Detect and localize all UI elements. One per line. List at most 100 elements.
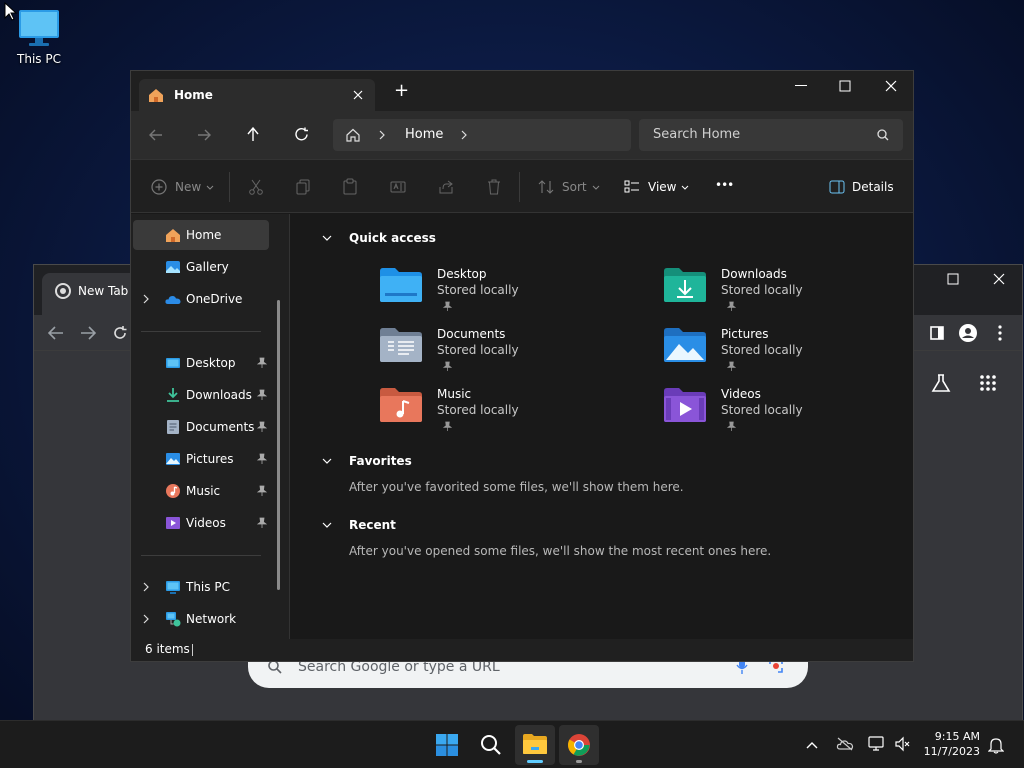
search-icon[interactable]: [877, 129, 889, 141]
back-arrow-icon[interactable]: [149, 128, 163, 142]
downloads-folder-icon: [664, 268, 706, 302]
more-options-button[interactable]: •••: [715, 178, 734, 192]
pin-icon[interactable]: [257, 421, 267, 433]
sidebar-item-label: Downloads: [186, 388, 252, 402]
desktop-icon-this-pc[interactable]: This PC: [10, 8, 68, 78]
sidebar-item-pictures[interactable]: Pictures: [133, 444, 269, 474]
collapse-chevron-icon[interactable]: [322, 522, 332, 528]
recent-header[interactable]: Recent: [349, 518, 396, 532]
file-explorer-window[interactable]: Home + Home Search Home New Sort View ••…: [130, 70, 914, 662]
favorites-header[interactable]: Favorites: [349, 454, 412, 468]
chrome-back-icon[interactable]: [48, 326, 64, 340]
taskbar-chrome[interactable]: [559, 725, 599, 765]
sidebar-item-documents[interactable]: Documents: [133, 412, 269, 442]
copy-icon[interactable]: [296, 179, 310, 195]
up-arrow-icon[interactable]: [246, 127, 260, 142]
maximize-icon[interactable]: [839, 80, 851, 92]
sidebar-item-desktop[interactable]: Desktop: [133, 348, 269, 378]
desktop-folder-icon: [380, 268, 422, 302]
quick-access-name: Videos: [721, 387, 761, 401]
quick-access-item-desktop[interactable]: Desktop Stored locally: [379, 267, 619, 323]
pin-icon[interactable]: [257, 389, 267, 401]
delete-icon[interactable]: [487, 179, 501, 195]
forward-arrow-icon[interactable]: [197, 128, 211, 142]
chrome-favicon-icon: [55, 283, 71, 299]
quick-access-name: Downloads: [721, 267, 787, 281]
new-button[interactable]: New: [151, 160, 214, 214]
sidebar-item-label: OneDrive: [186, 292, 243, 306]
expand-chevron-icon[interactable]: [143, 582, 149, 592]
collapse-chevron-icon[interactable]: [322, 458, 332, 464]
refresh-icon[interactable]: [294, 127, 309, 142]
breadcrumb-current[interactable]: Home: [405, 127, 443, 142]
explorer-tab-home[interactable]: Home: [139, 79, 375, 111]
minimize-icon[interactable]: [795, 85, 807, 87]
chrome-reload-icon[interactable]: [112, 325, 128, 341]
cut-icon[interactable]: [249, 179, 263, 195]
onedrive-icon: [165, 296, 181, 304]
onedrive-status-icon[interactable]: [836, 737, 854, 751]
sidebar-item-downloads[interactable]: Downloads: [133, 380, 269, 410]
close-tab-icon[interactable]: [353, 90, 363, 100]
close-window-icon[interactable]: [885, 80, 897, 92]
chrome-apps-grid-icon[interactable]: [980, 375, 996, 391]
chrome-menu-icon[interactable]: [998, 325, 1002, 341]
quick-access-header[interactable]: Quick access: [349, 231, 436, 245]
navigation-pane: Home Gallery OneDrive Desktop Downloads …: [131, 214, 289, 641]
chrome-side-panel-icon[interactable]: [930, 326, 944, 340]
chrome-tab-title: New Tab: [78, 284, 129, 298]
details-button[interactable]: Details: [829, 160, 894, 214]
show-hidden-icons-icon[interactable]: [806, 741, 818, 749]
breadcrumb-expand-icon[interactable]: [461, 130, 467, 140]
clock[interactable]: 9:15 AM 11/7/2023: [924, 729, 980, 759]
quick-access-item-pictures[interactable]: Pictures Stored locally: [663, 327, 903, 383]
notification-bell-icon[interactable]: [988, 736, 1004, 754]
sidebar-item-videos[interactable]: Videos: [133, 508, 269, 538]
chrome-forward-icon[interactable]: [80, 326, 96, 340]
address-bar[interactable]: Home: [333, 119, 631, 151]
breadcrumb-chevron-icon[interactable]: [379, 130, 385, 140]
quick-access-item-videos[interactable]: Videos Stored locally: [663, 387, 903, 443]
desktop-folder-icon: [166, 358, 180, 368]
taskbar-file-explorer[interactable]: [515, 725, 555, 765]
chrome-maximize-icon[interactable]: [947, 273, 959, 285]
new-tab-button[interactable]: +: [394, 82, 409, 100]
sidebar-item-onedrive[interactable]: OneDrive: [133, 284, 269, 314]
pin-icon[interactable]: [257, 517, 267, 529]
quick-access-item-downloads[interactable]: Downloads Stored locally: [663, 267, 903, 323]
expand-chevron-icon[interactable]: [143, 614, 149, 624]
network-status-icon[interactable]: [868, 736, 886, 752]
pin-icon[interactable]: [257, 357, 267, 369]
address-home-icon[interactable]: [345, 127, 361, 143]
sidebar-item-music[interactable]: Music: [133, 476, 269, 506]
sidebar-item-gallery[interactable]: Gallery: [133, 252, 269, 282]
view-button[interactable]: View: [624, 160, 689, 214]
mouse-cursor-icon: [4, 2, 18, 21]
pin-icon[interactable]: [257, 453, 267, 465]
rename-icon[interactable]: [390, 179, 406, 195]
sidebar-item-network[interactable]: Network: [133, 604, 269, 634]
volume-muted-icon[interactable]: [894, 736, 910, 752]
sidebar-item-home[interactable]: Home: [133, 220, 269, 250]
paste-icon[interactable]: [343, 178, 357, 195]
share-icon[interactable]: [438, 179, 454, 195]
sidebar-item-label: Music: [186, 484, 221, 498]
chrome-profile-icon[interactable]: [958, 323, 978, 343]
sort-button[interactable]: Sort: [538, 160, 600, 214]
music-folder-icon: [380, 388, 422, 422]
quick-access-item-music[interactable]: Music Stored locally: [379, 387, 619, 443]
pin-icon[interactable]: [257, 485, 267, 497]
chrome-close-icon[interactable]: [993, 273, 1005, 285]
taskbar-search-button[interactable]: [471, 725, 511, 765]
sidebar-scrollbar[interactable]: [277, 300, 280, 590]
pin-icon: [443, 301, 452, 311]
start-button[interactable]: [427, 725, 467, 765]
running-indicator: [576, 760, 582, 763]
search-box[interactable]: Search Home: [639, 119, 903, 151]
chevron-down-icon: [682, 185, 689, 190]
quick-access-item-documents[interactable]: Documents Stored locally: [379, 327, 619, 383]
expand-chevron-icon[interactable]: [143, 294, 149, 304]
chrome-labs-icon[interactable]: [931, 373, 951, 393]
sidebar-item-this-pc[interactable]: This PC: [133, 572, 269, 602]
collapse-chevron-icon[interactable]: [322, 235, 332, 241]
